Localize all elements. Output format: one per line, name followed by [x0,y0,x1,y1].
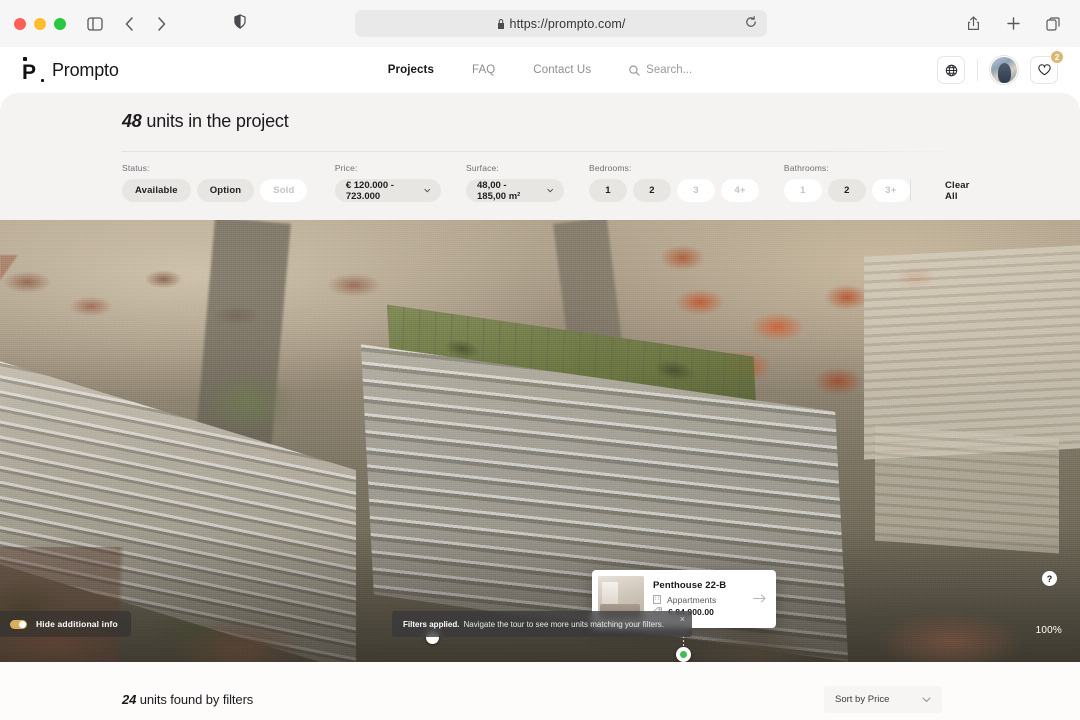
price-range-select[interactable]: € 120.000 - 723.000 [334,179,442,202]
results-count: 24 [122,692,137,707]
status-chip-sold[interactable]: Sold [260,179,308,202]
filter-label-bedrooms: Bedrooms: [589,163,632,173]
filter-label-surface: Surface: [466,163,499,173]
unit-marker-selected[interactable] [676,647,691,662]
project-tour-viewport[interactable]: Penthouse 22-B Appartments € 84,900.00 H… [0,220,1080,662]
plus-icon[interactable] [1000,11,1026,37]
close-icon[interactable]: × [680,615,685,624]
filter-group-price: Price: € 120.000 - 723.000 [334,163,442,202]
filter-group-bedrooms: Bedrooms: 1 2 3 4+ [589,163,760,202]
hide-additional-info-toggle[interactable]: Hide additional info [0,611,131,637]
main-navigation: Projects FAQ Contact Us Search... [388,64,692,76]
bedrooms-chip-1[interactable]: 1 [589,179,628,202]
results-bar: 24 units found by filters Sort by Price [0,662,1080,720]
filter-group-bathrooms: Bathrooms: 1 2 3+ [783,163,910,202]
sort-by-value: Sort by Price [835,694,890,705]
surface-range-value: 48,00 - 185,00 m² [477,179,521,202]
status-chip-option[interactable]: Option [196,179,255,202]
toggle-switch[interactable] [10,619,27,629]
help-button[interactable]: ? [1042,571,1057,586]
page-title: 48 units in the project [0,111,1080,132]
chevron-down-icon [922,697,931,702]
site-header: P Prompto Projects FAQ Contact Us Search… [0,47,1080,93]
prompto-p-icon: P [22,57,44,83]
reload-icon[interactable] [745,15,757,33]
maximize-window-button[interactable] [54,17,66,30]
unit-type-row: Appartments [653,595,744,605]
search-icon [629,64,640,76]
toast-title: Filters applied. [403,619,460,629]
header-actions: 2 [937,50,1064,84]
globe-icon [945,64,957,76]
filter-label-status: Status: [122,163,150,173]
header-divider [977,59,978,81]
toast-message: Navigate the tour to see more units matc… [463,619,665,629]
brand-name: Prompto [52,59,119,80]
back-arrow-icon[interactable] [116,11,142,37]
window-traffic-lights[interactable] [14,17,66,30]
heart-icon [1037,64,1051,76]
unit-type: Appartments [667,594,717,605]
units-total-count: 48 [122,111,142,131]
search-placeholder: Search... [646,64,693,76]
browser-toolbar: https://prompto.com/ [0,0,1080,47]
chevron-down-icon [424,188,430,193]
filters-row: Status: Available Option Sold Price: € 1… [0,152,1080,202]
divider [909,179,911,201]
nav-item-projects[interactable]: Projects [388,64,434,76]
bathrooms-chip-3plus[interactable]: 3+ [871,179,910,202]
filter-label-price: Price: [334,163,358,173]
tab-overview-icon[interactable] [1040,11,1066,37]
avatar[interactable] [990,56,1018,84]
bathrooms-chip-1[interactable]: 1 [783,179,822,202]
search-input[interactable]: Search... [629,64,692,76]
filters-applied-toast: Filters applied. Navigate the tour to se… [392,611,692,637]
close-window-button[interactable] [14,17,26,30]
bedrooms-chip-2[interactable]: 2 [633,179,672,202]
clear-all-button[interactable]: Clear All [945,180,979,202]
brand-logo[interactable]: P Prompto [22,57,119,83]
favorites-count-badge: 2 [1050,50,1064,64]
price-range-value: € 120.000 - 723.000 [345,179,394,202]
filter-group-surface: Surface: 48,00 - 185,00 m² [466,163,565,202]
building-icon [653,595,661,604]
lock-icon [497,18,505,29]
sidebar-toggle-icon[interactable] [82,11,108,37]
share-icon[interactable] [960,11,986,37]
address-bar[interactable]: https://prompto.com/ [355,10,767,37]
filter-group-status: Status: Available Option Sold [122,163,308,202]
bedrooms-chip-3[interactable]: 3 [677,179,716,202]
results-label: units found by filters [136,692,254,707]
zoom-level-label: 100% [1035,625,1062,636]
nav-item-faq[interactable]: FAQ [472,64,495,76]
minimize-window-button[interactable] [34,17,46,30]
favorites-button[interactable]: 2 [1030,50,1064,84]
chevron-down-icon [547,188,553,193]
status-chip-available[interactable]: Available [122,179,191,202]
filter-panel: 48 units in the project Status: Availabl… [0,93,1080,220]
language-button[interactable] [937,56,965,84]
aerial-project-image [0,220,1080,662]
url-text: https://prompto.com/ [509,16,626,31]
bedrooms-chip-4plus[interactable]: 4+ [721,179,760,202]
forward-arrow-icon[interactable] [148,11,174,37]
hide-additional-info-label: Hide additional info [36,619,118,629]
arrow-right-icon[interactable] [753,590,770,608]
nav-item-contact-us[interactable]: Contact Us [533,64,591,76]
privacy-shield-icon[interactable] [234,13,246,34]
unit-title: Penthouse 22-B [653,579,727,591]
bathrooms-chip-2[interactable]: 2 [827,179,866,202]
sort-by-select[interactable]: Sort by Price [824,686,942,713]
surface-range-select[interactable]: 48,00 - 185,00 m² [466,179,565,202]
filter-label-bathrooms: Bathrooms: [783,163,829,173]
units-total-label: units in the project [141,111,289,131]
